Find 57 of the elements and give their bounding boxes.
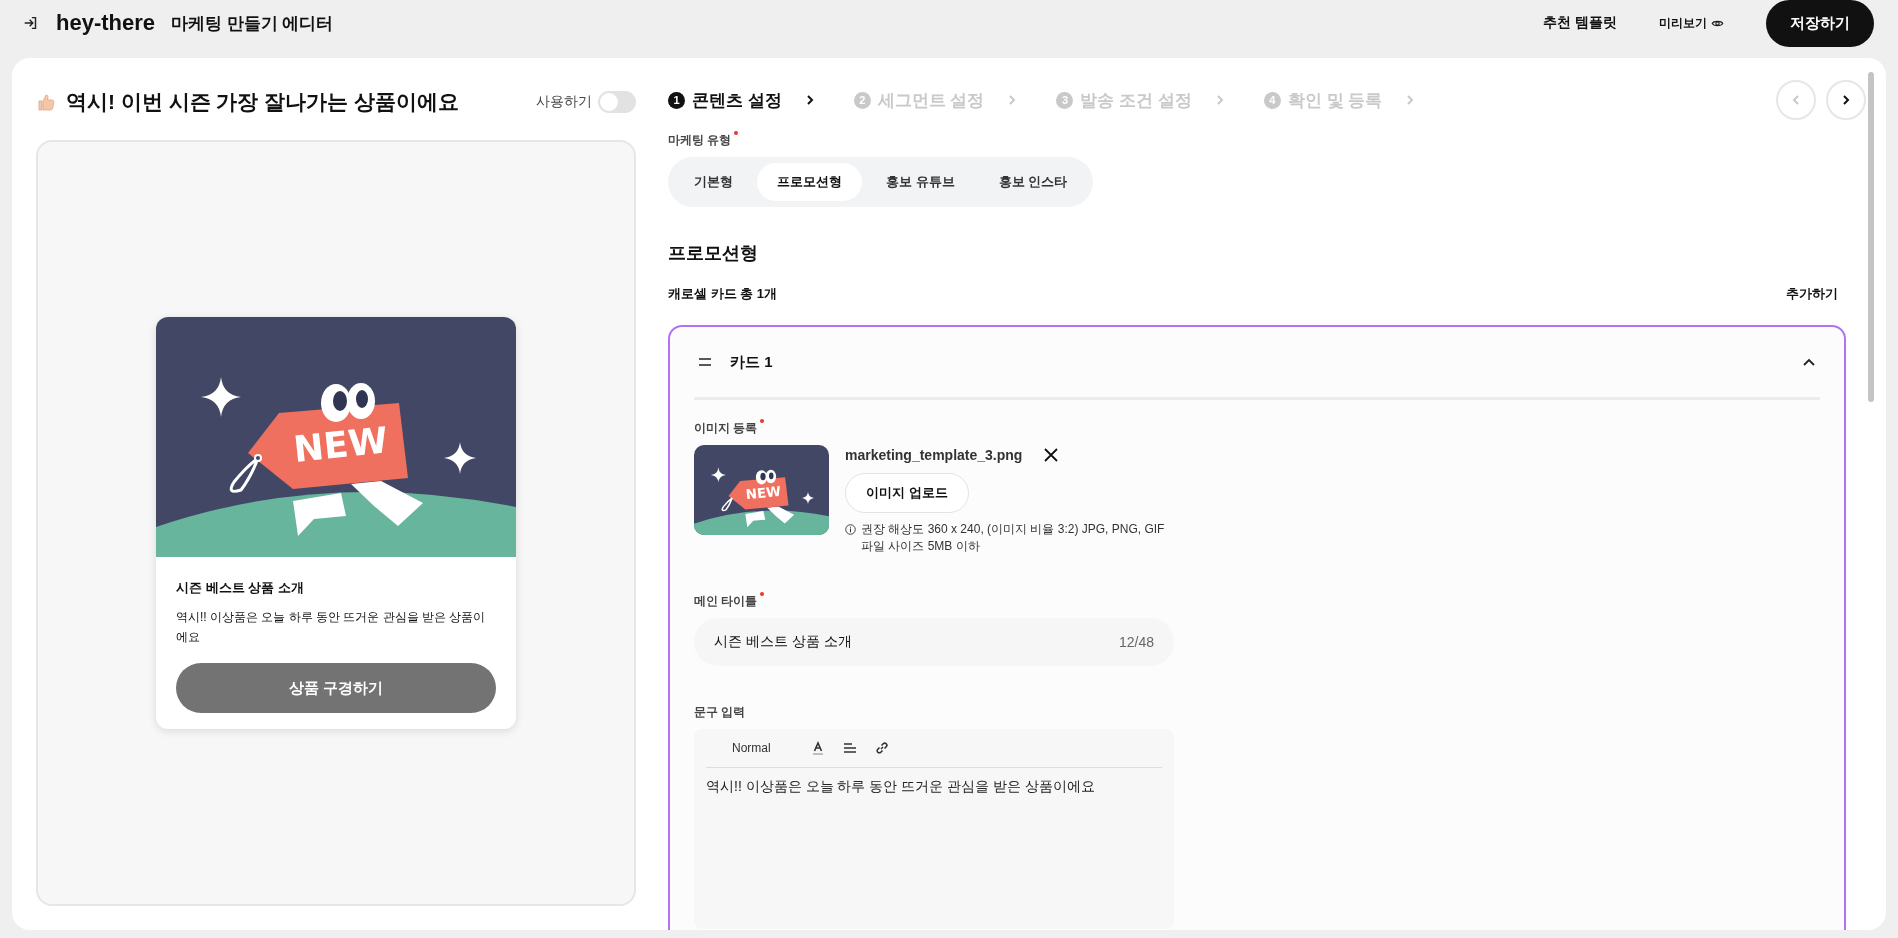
eyes-shape	[755, 469, 777, 485]
type-option[interactable]: 홍보 유튜브	[866, 163, 975, 201]
drag-handle-icon[interactable]	[698, 358, 712, 366]
sparkle-shape	[444, 442, 476, 474]
field-label: 문구 입력	[694, 704, 747, 721]
recommended-templates-button[interactable]: 추천 템플릿	[1543, 14, 1617, 32]
carousel-count: 캐로셀 카드 총 1개	[668, 285, 778, 303]
format-dropdown[interactable]: Normal	[732, 741, 771, 755]
link-icon[interactable]	[874, 741, 889, 755]
browse-products-button[interactable]: 상품 구경하기	[176, 663, 496, 713]
close-icon[interactable]	[1044, 448, 1059, 462]
save-button[interactable]: 저장하기	[1766, 0, 1874, 47]
field-label: 이미지 등록	[694, 420, 758, 437]
sparkle-shape	[710, 467, 726, 483]
card-description: 역시!! 이상품은 오늘 하루 동안 뜨거운 관심을 받은 상품이에요	[176, 609, 487, 646]
sparkle-shape	[802, 491, 814, 504]
main-title-field[interactable]: 시즌 베스트 상품 소개 12/48	[694, 618, 1174, 666]
thumbs-up-icon	[36, 92, 56, 112]
card-name: 카드 1	[730, 352, 774, 372]
info-icon	[845, 524, 856, 535]
use-label: 사용하기	[536, 93, 592, 111]
leg-shape	[293, 493, 346, 536]
field-value: 시즌 베스트 상품 소개	[714, 633, 853, 651]
text-editor[interactable]: Normal 역시!! 이상품은 오늘 하루 동안 뜨거운 관심을 받은 상품이에요	[694, 729, 1174, 929]
eyes-shape	[321, 383, 375, 422]
field-label: 마케팅 유형	[668, 132, 732, 149]
preview-title: 역시! 이번 시즌 가장 잘나가는 상품이에요	[66, 89, 460, 115]
editor-title: 마케팅 만들기 에디터	[171, 12, 334, 35]
sparkle-shape	[201, 377, 241, 417]
type-option[interactable]: 홍보 인스타	[978, 163, 1088, 201]
add-button[interactable]: 추가하기	[1786, 285, 1838, 303]
field-label: 메인 타이틀	[694, 593, 758, 610]
type-option[interactable]: 프로모션형	[757, 163, 862, 201]
character-counter: 12/48	[1118, 634, 1154, 650]
tag-text: NEW	[744, 482, 782, 503]
section-title: 프로모션형	[668, 242, 759, 265]
price-tag-shape	[721, 477, 789, 512]
tag-text: NEW	[291, 419, 390, 470]
file-name: marketing_template_3.png	[845, 447, 1023, 463]
leg-shape	[767, 506, 795, 524]
step-number: 1	[668, 91, 685, 109]
use-toggle[interactable]	[598, 91, 636, 113]
upload-hint: 권장 해상도 360 x 240, (이미지 비율 3:2) JPG, PNG, GIF	[861, 521, 1165, 538]
step-tab[interactable]: 콘텐츠 설정	[692, 88, 782, 112]
preview-button[interactable]: 미리보기	[1659, 14, 1724, 32]
type-option[interactable]: 기본형	[674, 163, 753, 201]
leg-shape	[351, 481, 423, 526]
editor-text: 역시!! 이상품은 오늘 하루 동안 뜨거운 관심을 받은 상품이에요	[706, 777, 1096, 796]
align-icon[interactable]	[842, 741, 857, 755]
scrollbar[interactable]	[1868, 72, 1874, 402]
app-logo: hey-there	[56, 10, 156, 36]
chevron-right-icon	[1840, 94, 1852, 106]
chevron-left-icon	[1790, 94, 1802, 106]
upload-hint: 파일 사이즈 5MB 이하	[861, 538, 981, 555]
text-color-icon[interactable]	[810, 741, 825, 755]
card-title: 시즌 베스트 상품 소개	[176, 579, 305, 597]
image-upload-button[interactable]: 이미지 업로드	[845, 473, 969, 513]
